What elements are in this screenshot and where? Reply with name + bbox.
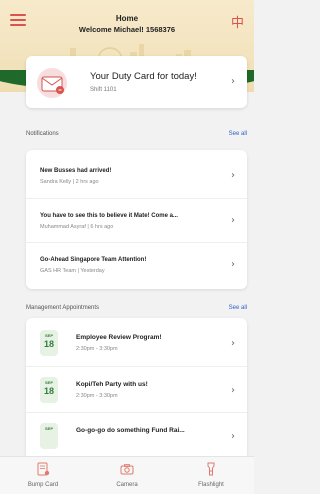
notification-meta: Sandra Kelly | 2 hrs ago xyxy=(40,179,99,185)
chevron-right-icon: › xyxy=(231,170,235,181)
appointments-see-all-link[interactable]: See all xyxy=(229,305,247,311)
notification-item[interactable]: Go-Ahead Singapore Team Attention! GAS H… xyxy=(26,242,247,284)
nav-bump-card[interactable]: Bump Card xyxy=(1,462,85,492)
nav-camera[interactable]: Camera xyxy=(85,462,169,492)
notification-meta: GAS HR Team | Yesterday xyxy=(40,268,105,274)
appointment-item[interactable]: SEP 18 Employee Review Program! 2:30pm -… xyxy=(26,320,247,366)
chevron-right-icon: › xyxy=(231,215,235,226)
duty-card-icon xyxy=(37,68,67,98)
flashlight-icon xyxy=(207,462,215,476)
appointment-time: 2:30pm - 3:30pm xyxy=(76,346,118,352)
notifications-see-all-link[interactable]: See all xyxy=(229,131,247,137)
nav-label: Camera xyxy=(116,482,138,488)
date-day: 18 xyxy=(43,386,54,396)
nav-label: Flashlight xyxy=(198,482,224,488)
date-badge: SEP xyxy=(40,423,58,449)
date-badge: SEP 18 xyxy=(40,330,58,356)
notification-item[interactable]: New Busses had arrived! Sandra Kelly | 2… xyxy=(26,154,247,196)
appointment-title: Employee Review Program! xyxy=(76,334,162,341)
appointment-time: 2:30pm - 3:30pm xyxy=(76,393,118,399)
appointment-title: Go-go-go do something Fund Rai... xyxy=(76,427,185,434)
notification-item[interactable]: You have to see this to believe it Mate!… xyxy=(26,198,247,240)
date-month: SEP xyxy=(44,380,53,385)
chevron-right-icon: › xyxy=(231,431,235,442)
appointment-title: Kopi/Teh Party with us! xyxy=(76,381,148,388)
nav-label: Bump Card xyxy=(27,482,59,488)
camera-icon xyxy=(120,464,134,475)
notifications-header: Notifications See all xyxy=(26,131,247,141)
date-badge: SEP 18 xyxy=(40,377,58,403)
chinese-language-icon[interactable]: 中 xyxy=(231,12,244,31)
notification-meta: Muhammad Asyraf | 6 hrs ago xyxy=(40,224,114,230)
duty-card-shift: Shift 1101 xyxy=(90,87,117,93)
nav-flashlight[interactable]: Flashlight xyxy=(169,462,253,492)
welcome-message: Welcome Michael! 1568376 xyxy=(78,25,176,34)
chevron-right-icon: › xyxy=(231,259,235,270)
bottom-nav: Bump Card Camera Flashlight xyxy=(0,456,254,494)
appointments-list: SEP 18 Employee Review Program! 2:30pm -… xyxy=(26,318,247,460)
appointment-item[interactable]: SEP Go-go-go do something Fund Rai... › xyxy=(26,412,247,458)
duty-card[interactable]: Your Duty Card for today! Shift 1101 › xyxy=(26,56,247,108)
notification-title: New Busses had arrived! xyxy=(40,168,112,174)
chevron-right-icon: › xyxy=(231,385,235,396)
appointment-item[interactable]: SEP 18 Kopi/Teh Party with us! 2:30pm - … xyxy=(26,366,247,412)
appointments-title: Management Appointments xyxy=(26,305,100,311)
appointments-header: Management Appointments See all xyxy=(26,305,247,315)
notifications-title: Notifications xyxy=(26,131,59,137)
page-title: Home xyxy=(115,14,139,23)
notification-title: You have to see this to believe it Mate!… xyxy=(40,213,178,219)
notifications-list: New Busses had arrived! Sandra Kelly | 2… xyxy=(26,150,247,289)
chevron-right-icon: › xyxy=(231,338,235,349)
bump-card-icon xyxy=(37,462,50,476)
notification-title: Go-Ahead Singapore Team Attention! xyxy=(40,257,147,263)
date-month: SEP xyxy=(44,426,53,431)
chevron-right-icon: › xyxy=(231,76,235,87)
duty-card-title: Your Duty Card for today! xyxy=(90,71,197,82)
date-month: SEP xyxy=(44,333,53,338)
date-day: 18 xyxy=(43,339,54,349)
